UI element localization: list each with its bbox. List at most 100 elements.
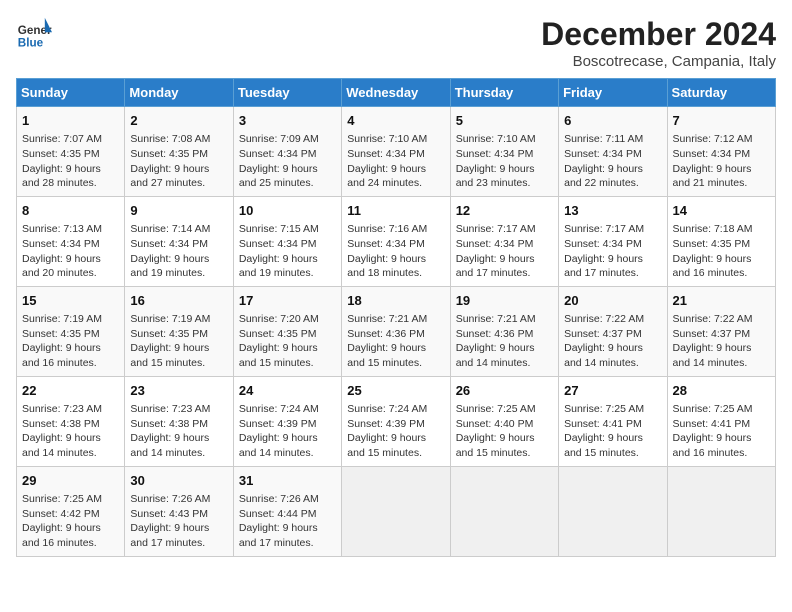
calendar-day-cell: 6 Sunrise: 7:11 AMSunset: 4:34 PMDaylight… <box>559 107 667 197</box>
calendar-day-cell: 4Sunrise: 7:10 AMSunset: 4:34 PMDaylight… <box>342 107 450 197</box>
calendar-day-cell: 11Sunrise: 7:16 AMSunset: 4:34 PMDayligh… <box>342 196 450 286</box>
calendar-day-cell: 2Sunrise: 7:08 AMSunset: 4:35 PMDaylight… <box>125 107 233 197</box>
day-number: 27 <box>564 382 661 400</box>
day-detail: Sunrise: 7:22 AMSunset: 4:37 PMDaylight:… <box>673 312 770 371</box>
day-number: 8 <box>22 202 119 220</box>
calendar-day-cell: 16 Sunrise: 7:19 AMSunset: 4:35 PMDayligh… <box>125 286 233 376</box>
calendar-day-cell <box>342 466 450 556</box>
day-number: 30 <box>130 472 227 490</box>
day-number: 6 <box>564 112 661 130</box>
day-detail: Sunrise: 7:25 AMSunset: 4:42 PMDaylight:… <box>22 492 119 551</box>
calendar-day-cell: 24Sunrise: 7:24 AMSunset: 4:39 PMDayligh… <box>233 376 341 466</box>
calendar-week-row: 15Sunrise: 7:19 AMSunset: 4:35 PMDayligh… <box>17 286 776 376</box>
day-detail: Sunrise: 7:20 AMSunset: 4:35 PMDaylight:… <box>239 312 336 371</box>
day-detail: Sunrise: 7:22 AMSunset: 4:37 PMDaylight:… <box>564 312 661 371</box>
day-number: 17 <box>239 292 336 310</box>
day-detail: Sunrise: 7:11 AMSunset: 4:34 PMDaylight:… <box>564 132 661 191</box>
calendar-day-cell: 18 Sunrise: 7:21 AMSunset: 4:36 PMDayligh… <box>342 286 450 376</box>
day-detail: Sunrise: 7:21 AMSunset: 4:36 PMDaylight:… <box>456 312 553 371</box>
weekday-header-cell: Wednesday <box>342 79 450 107</box>
day-number: 9 <box>130 202 227 220</box>
calendar-day-cell: 7 Sunrise: 7:12 AMSunset: 4:34 PMDaylight… <box>667 107 775 197</box>
calendar-day-cell: 5 Sunrise: 7:10 AMSunset: 4:34 PMDaylight… <box>450 107 558 197</box>
day-number: 10 <box>239 202 336 220</box>
day-detail: Sunrise: 7:13 AMSunset: 4:34 PMDaylight:… <box>22 222 119 281</box>
day-detail: Sunrise: 7:15 AMSunset: 4:34 PMDaylight:… <box>239 222 336 281</box>
day-detail: Sunrise: 7:19 AMSunset: 4:35 PMDaylight:… <box>22 312 119 371</box>
location: Boscotrecase, Campania, Italy <box>541 53 776 70</box>
day-number: 18 <box>347 292 444 310</box>
month-title: December 2024 <box>541 16 776 53</box>
logo: General Blue <box>16 16 54 52</box>
day-number: 12 <box>456 202 553 220</box>
calendar-day-cell: 15Sunrise: 7:19 AMSunset: 4:35 PMDayligh… <box>17 286 125 376</box>
day-number: 20 <box>564 292 661 310</box>
day-number: 7 <box>673 112 770 130</box>
day-detail: Sunrise: 7:26 AMSunset: 4:43 PMDaylight:… <box>130 492 227 551</box>
calendar-day-cell: 21 Sunrise: 7:22 AMSunset: 4:37 PMDayligh… <box>667 286 775 376</box>
calendar-day-cell: 29 Sunrise: 7:25 AMSunset: 4:42 PMDayligh… <box>17 466 125 556</box>
day-detail: Sunrise: 7:19 AMSunset: 4:35 PMDaylight:… <box>130 312 227 371</box>
day-detail: Sunrise: 7:10 AMSunset: 4:34 PMDaylight:… <box>456 132 553 191</box>
calendar-day-cell <box>450 466 558 556</box>
day-number: 3 <box>239 112 336 130</box>
day-number: 26 <box>456 382 553 400</box>
calendar-day-cell: 8 Sunrise: 7:13 AMSunset: 4:34 PMDaylight… <box>17 196 125 286</box>
calendar-week-row: 29 Sunrise: 7:25 AMSunset: 4:42 PMDayligh… <box>17 466 776 556</box>
calendar-day-cell: 20 Sunrise: 7:22 AMSunset: 4:37 PMDayligh… <box>559 286 667 376</box>
calendar-day-cell: 26Sunrise: 7:25 AMSunset: 4:40 PMDayligh… <box>450 376 558 466</box>
day-detail: Sunrise: 7:26 AMSunset: 4:44 PMDaylight:… <box>239 492 336 551</box>
calendar-day-cell: 9 Sunrise: 7:14 AMSunset: 4:34 PMDaylight… <box>125 196 233 286</box>
day-detail: Sunrise: 7:23 AMSunset: 4:38 PMDaylight:… <box>22 402 119 461</box>
calendar-day-cell: 1Sunrise: 7:07 AMSunset: 4:35 PMDaylight… <box>17 107 125 197</box>
day-detail: Sunrise: 7:12 AMSunset: 4:34 PMDaylight:… <box>673 132 770 191</box>
weekday-header-cell: Tuesday <box>233 79 341 107</box>
header: General Blue December 2024 Boscotrecase,… <box>16 16 776 70</box>
calendar: SundayMondayTuesdayWednesdayThursdayFrid… <box>16 78 776 557</box>
weekday-header: SundayMondayTuesdayWednesdayThursdayFrid… <box>17 79 776 107</box>
day-detail: Sunrise: 7:21 AMSunset: 4:36 PMDaylight:… <box>347 312 444 371</box>
calendar-week-row: 1Sunrise: 7:07 AMSunset: 4:35 PMDaylight… <box>17 107 776 197</box>
day-detail: Sunrise: 7:25 AMSunset: 4:41 PMDaylight:… <box>564 402 661 461</box>
day-number: 25 <box>347 382 444 400</box>
day-detail: Sunrise: 7:16 AMSunset: 4:34 PMDaylight:… <box>347 222 444 281</box>
day-number: 14 <box>673 202 770 220</box>
day-detail: Sunrise: 7:14 AMSunset: 4:34 PMDaylight:… <box>130 222 227 281</box>
calendar-day-cell: 10 Sunrise: 7:15 AMSunset: 4:34 PMDayligh… <box>233 196 341 286</box>
day-number: 5 <box>456 112 553 130</box>
calendar-day-cell: 22 Sunrise: 7:23 AMSunset: 4:38 PMDayligh… <box>17 376 125 466</box>
svg-text:Blue: Blue <box>18 37 44 50</box>
day-detail: Sunrise: 7:09 AMSunset: 4:34 PMDaylight:… <box>239 132 336 191</box>
day-detail: Sunrise: 7:23 AMSunset: 4:38 PMDaylight:… <box>130 402 227 461</box>
calendar-day-cell: 28 Sunrise: 7:25 AMSunset: 4:41 PMDayligh… <box>667 376 775 466</box>
calendar-day-cell: 23 Sunrise: 7:23 AMSunset: 4:38 PMDayligh… <box>125 376 233 466</box>
day-number: 28 <box>673 382 770 400</box>
day-number: 16 <box>130 292 227 310</box>
calendar-week-row: 8 Sunrise: 7:13 AMSunset: 4:34 PMDaylight… <box>17 196 776 286</box>
logo-icon: General Blue <box>16 16 52 52</box>
calendar-day-cell: 27 Sunrise: 7:25 AMSunset: 4:41 PMDayligh… <box>559 376 667 466</box>
day-detail: Sunrise: 7:17 AMSunset: 4:34 PMDaylight:… <box>456 222 553 281</box>
calendar-day-cell: 17 Sunrise: 7:20 AMSunset: 4:35 PMDayligh… <box>233 286 341 376</box>
day-number: 4 <box>347 112 444 130</box>
day-number: 19 <box>456 292 553 310</box>
day-detail: Sunrise: 7:24 AMSunset: 4:39 PMDaylight:… <box>239 402 336 461</box>
calendar-day-cell: 12 Sunrise: 7:17 AMSunset: 4:34 PMDayligh… <box>450 196 558 286</box>
day-number: 2 <box>130 112 227 130</box>
calendar-day-cell <box>559 466 667 556</box>
day-number: 1 <box>22 112 119 130</box>
day-number: 23 <box>130 382 227 400</box>
calendar-day-cell: 13Sunrise: 7:17 AMSunset: 4:34 PMDayligh… <box>559 196 667 286</box>
day-number: 22 <box>22 382 119 400</box>
day-number: 29 <box>22 472 119 490</box>
weekday-header-cell: Sunday <box>17 79 125 107</box>
day-number: 13 <box>564 202 661 220</box>
calendar-day-cell: 14Sunrise: 7:18 AMSunset: 4:35 PMDayligh… <box>667 196 775 286</box>
day-number: 21 <box>673 292 770 310</box>
day-detail: Sunrise: 7:25 AMSunset: 4:41 PMDaylight:… <box>673 402 770 461</box>
weekday-header-cell: Thursday <box>450 79 558 107</box>
calendar-week-row: 22 Sunrise: 7:23 AMSunset: 4:38 PMDayligh… <box>17 376 776 466</box>
calendar-day-cell: 30 Sunrise: 7:26 AMSunset: 4:43 PMDayligh… <box>125 466 233 556</box>
weekday-header-cell: Saturday <box>667 79 775 107</box>
calendar-day-cell: 19 Sunrise: 7:21 AMSunset: 4:36 PMDayligh… <box>450 286 558 376</box>
